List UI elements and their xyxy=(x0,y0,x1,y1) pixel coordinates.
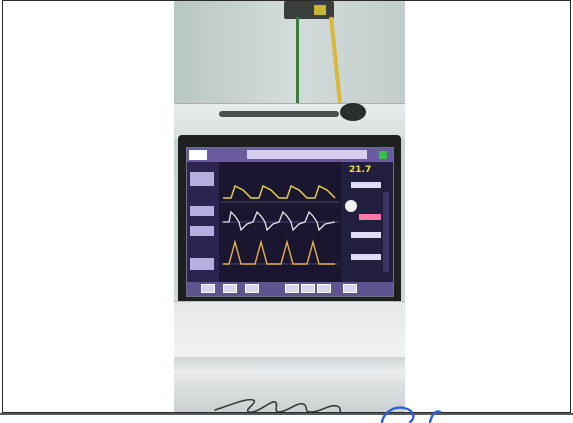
readout-bar xyxy=(351,182,381,188)
screen-softkey xyxy=(343,284,357,293)
side-scale xyxy=(383,192,389,272)
wall-outlet-box xyxy=(284,1,334,19)
volume-waveform xyxy=(221,239,339,265)
bottom-rule xyxy=(0,413,573,415)
status-indicator-icon xyxy=(379,151,387,159)
screen-softkey xyxy=(223,284,237,293)
handle-slot xyxy=(219,111,339,117)
monitor-housing-top xyxy=(174,103,405,139)
blue-pen-mark xyxy=(380,406,442,423)
screen-softkey xyxy=(317,284,331,293)
green-cable xyxy=(296,17,299,117)
primary-readout: 21.7 xyxy=(349,165,372,175)
readout-bar xyxy=(351,232,381,238)
left-panel-field xyxy=(190,206,214,216)
monitor-screen: 21.7 xyxy=(186,147,394,297)
alarm-value-marker xyxy=(359,214,381,220)
screen-bottom-bar xyxy=(187,282,393,296)
left-panel-field xyxy=(190,258,214,270)
screen-softkey xyxy=(245,284,259,293)
waveform-panel xyxy=(221,185,339,265)
left-panel-field xyxy=(190,226,214,236)
screen-left-panel xyxy=(187,162,219,282)
outlet-connector xyxy=(314,5,326,15)
screen-softkey xyxy=(201,284,215,293)
photo-frame: 21.7 xyxy=(2,0,571,413)
left-panel-field xyxy=(190,172,214,186)
control-knob xyxy=(340,103,366,121)
screen-softkey xyxy=(285,284,299,293)
mode-indicator xyxy=(189,150,207,160)
status-banner xyxy=(247,150,367,159)
screen-top-bar xyxy=(187,148,393,162)
ventilator-photo: 21.7 xyxy=(174,1,405,412)
pressure-waveform xyxy=(221,185,339,203)
base-rim xyxy=(174,357,405,373)
flow-waveform xyxy=(221,210,339,232)
screen-values-panel: 21.7 xyxy=(341,162,393,282)
readout-bar xyxy=(351,254,381,260)
screen-softkey xyxy=(301,284,315,293)
round-indicator-icon xyxy=(345,200,357,212)
scanned-page: 21.7 xyxy=(0,0,573,423)
